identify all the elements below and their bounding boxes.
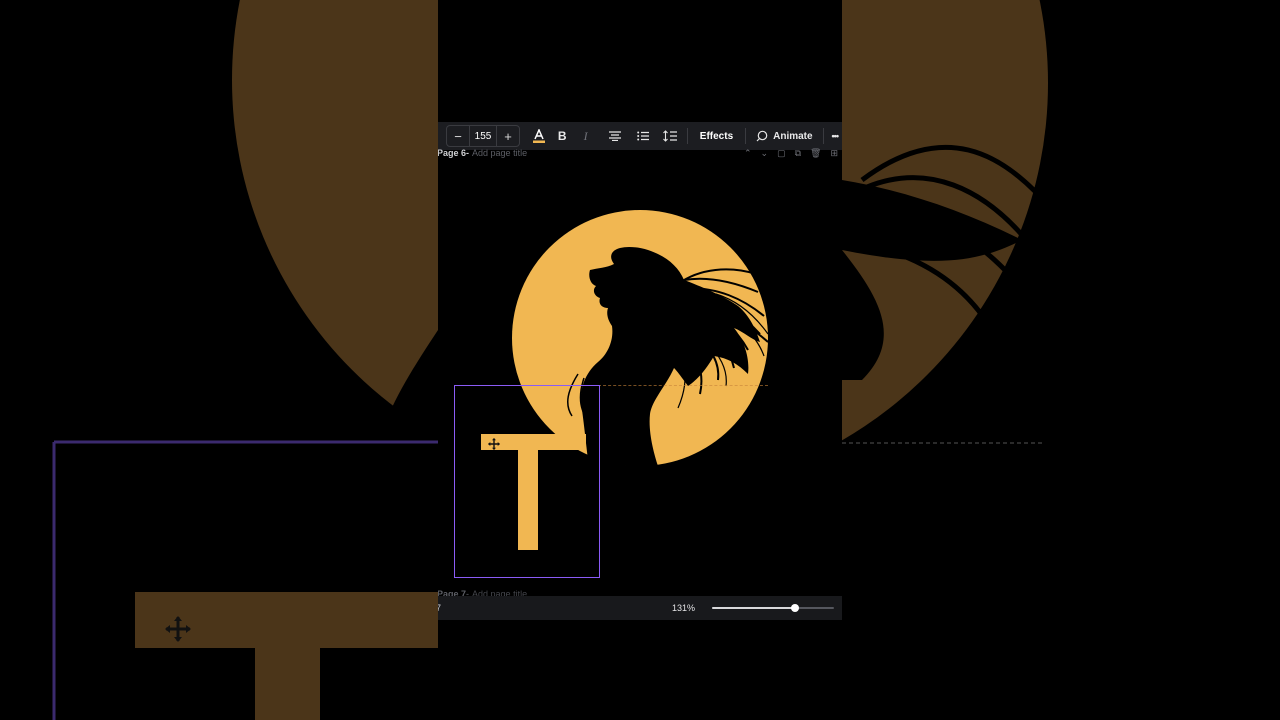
page-separator: - — [466, 148, 470, 158]
italic-button[interactable]: I — [575, 125, 596, 147]
chevron-down-icon[interactable]: ⌄ — [761, 148, 769, 159]
bold-button[interactable]: B — [551, 125, 572, 147]
zoom-slider[interactable] — [712, 604, 834, 612]
toolbar-divider — [745, 128, 747, 144]
more-icon: ••• — [831, 131, 840, 141]
font-size-value[interactable]: 155 — [469, 126, 497, 146]
effects-button[interactable]: Effects — [694, 131, 739, 142]
italic-icon: I — [583, 128, 588, 143]
font-size-stepper[interactable]: − 155 + — [446, 125, 520, 147]
toolbar-divider — [686, 128, 688, 144]
toolbar-divider — [822, 128, 824, 144]
decrease-font-button[interactable]: − — [447, 126, 469, 146]
list-icon — [636, 131, 649, 141]
page-number[interactable]: 7 — [438, 603, 441, 613]
animate-button[interactable]: Animate — [752, 130, 816, 142]
spacing-icon — [663, 130, 678, 142]
increase-font-button[interactable]: + — [497, 126, 519, 146]
bold-icon: B — [557, 129, 567, 143]
delete-icon[interactable]: 🗑 — [810, 148, 821, 159]
zoom-value[interactable]: 131% — [672, 603, 695, 613]
design-canvas[interactable] — [438, 164, 842, 578]
list-button[interactable] — [632, 125, 653, 147]
zoom-slider-fill — [712, 607, 795, 609]
hair-silhouette-right — [842, 144, 1054, 444]
lock-icon[interactable]: ▢ — [777, 148, 786, 159]
duplicate-icon[interactable]: ⧉ — [795, 148, 801, 159]
zoom-slider-knob[interactable] — [790, 604, 799, 612]
more-button[interactable]: ••• — [831, 131, 840, 141]
page-title-input[interactable]: Add page title — [472, 148, 527, 158]
selection-box[interactable] — [454, 385, 600, 578]
animate-icon — [756, 130, 768, 142]
move-icon — [488, 438, 500, 450]
hair-silhouette-left — [52, 330, 438, 720]
chevron-up-icon[interactable]: ⌃ — [744, 148, 752, 159]
page-header: Page 6 - Add page title ⌃ ⌄ ▢ ⧉ 🗑 ⊞ — [438, 145, 842, 161]
align-center-icon — [609, 131, 622, 141]
page-actions: ⌃ ⌄ ▢ ⧉ 🗑 ⊞ — [744, 148, 842, 159]
add-page-icon[interactable]: ⊞ — [830, 148, 838, 159]
bottom-bar: 7 131% — [438, 596, 842, 620]
text-color-icon — [532, 129, 545, 143]
align-button[interactable] — [604, 125, 625, 147]
editor-app: − 155 + B I Effects Animate ••• Page 6 -… — [438, 0, 842, 720]
left-backdrop — [0, 0, 438, 720]
text-color-button[interactable] — [528, 125, 549, 147]
right-backdrop — [842, 0, 1280, 720]
animate-label: Animate — [773, 130, 813, 142]
page-name: Page 6 — [438, 148, 467, 158]
spacing-button[interactable] — [659, 125, 680, 147]
